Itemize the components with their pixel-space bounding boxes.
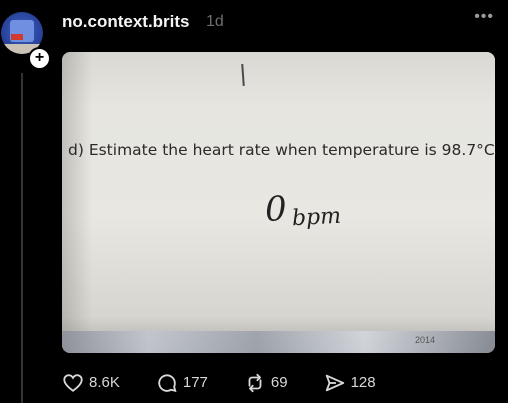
pen-mark	[241, 63, 245, 87]
action-bar: 8.6K 177 69 128	[62, 372, 412, 394]
repost-button[interactable]: 69	[244, 372, 288, 394]
image-shadow	[62, 52, 92, 353]
send-icon	[325, 374, 344, 392]
comment-icon	[158, 374, 177, 393]
like-button[interactable]: 8.6K	[62, 372, 120, 394]
repost-icon	[248, 373, 262, 393]
repost-count: 69	[270, 374, 288, 391]
image-corner-text: 2014	[414, 335, 435, 345]
thread-line	[21, 73, 23, 403]
username[interactable]: no.context.brits	[62, 12, 190, 32]
post-image[interactable]: d) Estimate the heart rate when temperat…	[62, 52, 495, 353]
comment-button[interactable]: 177	[156, 372, 208, 394]
handwritten-answer-value: 0	[263, 188, 288, 230]
question-text: d) Estimate the heart rate when temperat…	[68, 141, 495, 159]
share-button[interactable]: 128	[324, 372, 376, 394]
share-count: 128	[350, 374, 376, 391]
follow-plus-icon[interactable]: +	[28, 47, 51, 70]
heart-icon	[63, 374, 83, 392]
comment-count: 177	[182, 374, 208, 391]
post: + no.context.brits 1d ••• d) Estimate th…	[0, 0, 508, 403]
like-count: 8.6K	[89, 374, 120, 391]
more-icon[interactable]: •••	[474, 8, 494, 26]
post-time: 1d	[206, 13, 224, 30]
avatar-graphic-accent	[11, 34, 23, 40]
handwritten-answer-unit: bpm	[291, 203, 342, 232]
